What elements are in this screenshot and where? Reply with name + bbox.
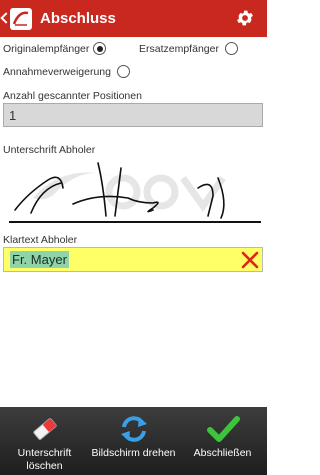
gear-icon[interactable] <box>235 8 255 28</box>
watermark-logo <box>33 172 226 213</box>
option-annahmeverweigerung-label: Annahmeverweigerung <box>3 65 111 78</box>
signature-pad[interactable] <box>3 158 263 226</box>
rotate-screen-label: Bildschirm drehen <box>91 447 176 459</box>
checkmark-icon <box>206 416 240 442</box>
page-title: Abschluss <box>40 10 116 27</box>
cleartext-value: Fr. Mayer <box>10 251 69 268</box>
app-logo <box>8 6 34 32</box>
count-label: Anzahl gescannter Positionen <box>3 90 142 102</box>
clear-signature-button[interactable]: Unterschrift löschen <box>0 407 89 475</box>
radio-ersatzempfaenger[interactable] <box>224 42 238 55</box>
back-icon[interactable] <box>0 0 8 37</box>
rotate-screen-button[interactable]: Bildschirm drehen <box>89 407 178 475</box>
option-annahmeverweigerung[interactable]: Annahmeverweigerung <box>3 65 130 78</box>
eraser-icon <box>32 418 57 440</box>
signature-label: Unterschrift Abholer <box>3 144 96 156</box>
cleartext-field[interactable]: Fr. Mayer <box>3 247 263 272</box>
option-originalempfaenger[interactable]: Originalempfänger <box>3 42 107 55</box>
count-field[interactable]: 1 <box>3 103 263 127</box>
finish-button[interactable]: Abschließen <box>178 407 267 475</box>
option-originalempfaenger-label: Originalempfänger <box>3 42 90 55</box>
clear-icon[interactable] <box>241 251 259 269</box>
radio-annahmeverweigerung[interactable] <box>116 65 130 78</box>
radio-originalempfaenger[interactable] <box>93 42 107 55</box>
cleartext-label: Klartext Abholer <box>3 234 78 246</box>
finish-label: Abschließen <box>193 447 252 459</box>
bottom-toolbar: Unterschrift löschen Bildschirm drehen A… <box>0 407 267 475</box>
app-bar: Abschluss <box>0 0 267 37</box>
option-ersatzempfaenger[interactable]: Ersatzempfänger <box>139 42 238 55</box>
refresh-icon <box>120 416 147 442</box>
option-ersatzempfaenger-label: Ersatzempfänger <box>139 42 219 55</box>
clear-signature-label: Unterschrift löschen <box>17 447 72 472</box>
